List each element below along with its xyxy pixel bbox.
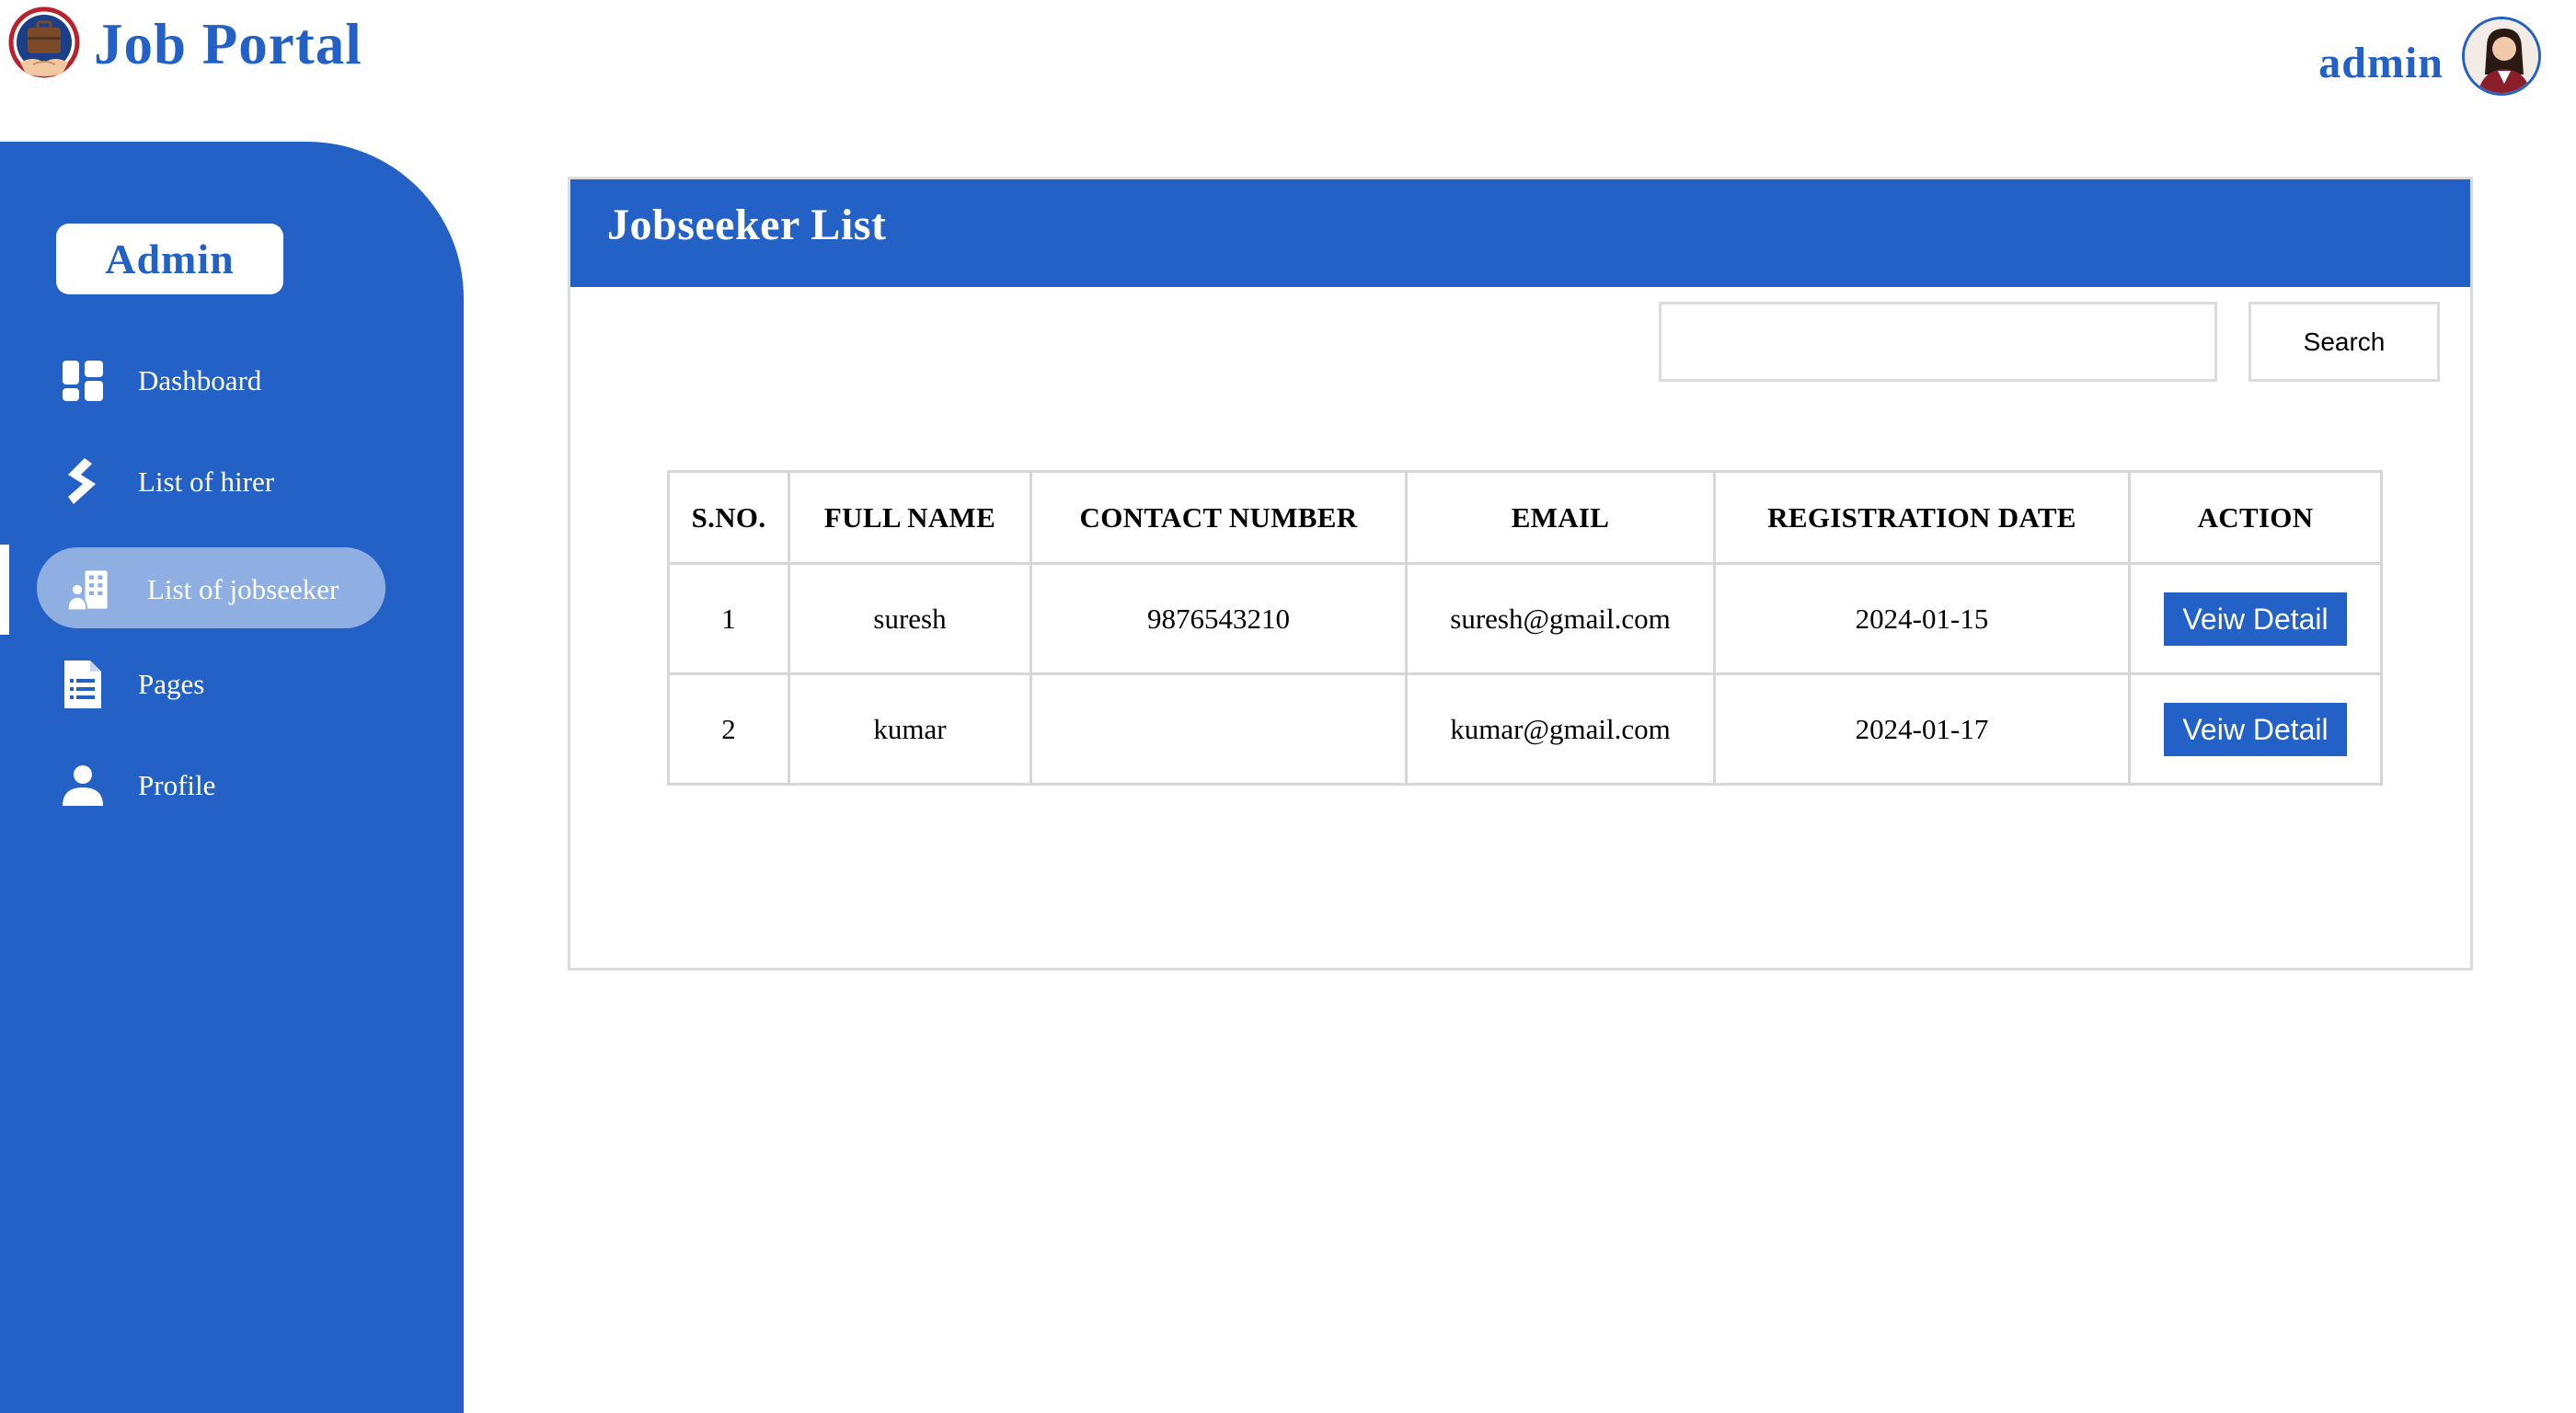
user-avatar[interactable] [2462,17,2541,96]
search-input[interactable] [1659,302,2217,382]
table-row: 1 suresh 9876543210 suresh@gmail.com 202… [667,562,2383,675]
user-name: admin [2318,38,2444,87]
panel-header: Jobseeker List [570,179,2470,287]
column-header: EMAIL [1405,470,1716,565]
sidebar-item-jobseeker[interactable]: List of jobseeker [0,547,464,632]
app-title: Job Portal [94,11,362,76]
table-header-row: S.NO. FULL NAME CONTACT NUMBER EMAIL REG… [667,470,2383,565]
user-menu[interactable]: admin [2318,17,2541,96]
column-header: FULL NAME [788,470,1032,565]
view-detail-button[interactable]: Veiw Detail [2164,592,2347,646]
cell-contact: 9876543210 [1029,562,1408,675]
avatar-illustration-icon [2465,19,2538,93]
search-button[interactable]: Search [2248,302,2440,382]
sidebar-item-label: List of jobseeker [147,573,339,605]
cell-contact [1029,672,1408,786]
cell-date: 2024-01-17 [1713,672,2131,786]
sidebar-item-label: List of hirer [138,465,275,498]
document-icon [61,661,105,708]
cell-email: kumar@gmail.com [1405,672,1716,786]
dashboard-icon [61,357,105,405]
column-header: S.NO. [667,470,790,565]
cell-action: Veiw Detail [2128,672,2383,786]
hirer-icon [61,458,105,506]
column-header: REGISTRATION DATE [1713,470,2131,565]
page-title: Jobseeker List [607,201,887,249]
logo[interactable]: Job Portal [7,6,362,83]
column-header: CONTACT NUMBER [1029,470,1408,565]
cell-sno: 2 [667,672,790,786]
admin-badge: Admin [56,224,283,294]
cell-name: kumar [788,672,1032,786]
table-row: 2 kumar kumar@gmail.com 2024-01-17 Veiw … [667,672,2383,786]
briefcase-logo-icon [8,6,80,78]
cell-email: suresh@gmail.com [1405,562,1716,675]
sidebar: Admin Dashboard List of hirer List of jo… [0,142,464,1413]
column-header: ACTION [2128,470,2383,565]
view-detail-button[interactable]: Veiw Detail [2164,702,2347,756]
sidebar-item-profile[interactable]: Profile [0,743,464,828]
sidebar-item-label: Dashboard [138,364,262,396]
jobseeker-icon [66,566,110,614]
sidebar-item-label: Profile [138,769,216,801]
sidebar-item-label: Pages [138,668,205,700]
cell-action: Veiw Detail [2128,562,2383,675]
jobseeker-table: S.NO. FULL NAME CONTACT NUMBER EMAIL REG… [667,470,2383,786]
sidebar-item-hirer[interactable]: List of hirer [0,440,464,524]
cell-name: suresh [788,562,1032,675]
sidebar-item-dashboard[interactable]: Dashboard [0,339,464,423]
jobseeker-panel: Jobseeker List Search S.NO. FULL NAME CO… [568,177,2473,971]
cell-sno: 1 [667,562,790,675]
cell-date: 2024-01-15 [1713,562,2131,675]
sidebar-item-pages[interactable]: Pages [0,642,464,727]
user-icon [61,762,105,810]
